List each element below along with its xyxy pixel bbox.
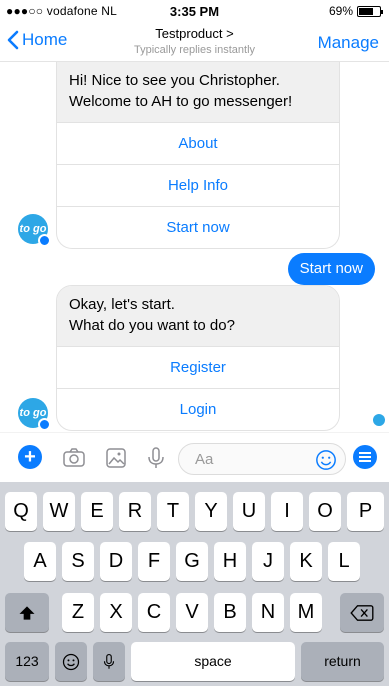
key-m[interactable]: M — [290, 593, 322, 632]
dictation-key[interactable] — [93, 642, 125, 681]
key-x[interactable]: X — [100, 593, 132, 632]
key-t[interactable]: T — [157, 492, 189, 531]
key-v[interactable]: V — [176, 593, 208, 632]
camera-icon[interactable] — [62, 446, 86, 470]
bot-avatar[interactable]: to go — [18, 398, 51, 431]
key-h[interactable]: H — [214, 542, 246, 581]
user-message-bubble: Start now — [287, 253, 375, 285]
bot-message-line: Hi! Nice to see you Christopher. — [69, 72, 280, 89]
key-k[interactable]: K — [290, 542, 322, 581]
key-i[interactable]: I — [271, 492, 303, 531]
seen-indicator-icon — [373, 414, 385, 426]
keyboard: Q W E R T Y U I O P A S D F G H J K L Z … — [0, 482, 389, 686]
emoji-keyboard-icon — [62, 653, 80, 671]
bot-message-line: Okay, let's start. — [69, 296, 175, 313]
key-s[interactable]: S — [62, 542, 94, 581]
key-f[interactable]: F — [138, 542, 170, 581]
backspace-icon — [350, 605, 374, 621]
key-c[interactable]: C — [138, 593, 170, 632]
numbers-key[interactable]: 123 — [5, 642, 49, 681]
key-o[interactable]: O — [309, 492, 341, 531]
messenger-badge-icon — [38, 234, 51, 247]
menu-icon[interactable] — [353, 445, 377, 469]
key-b[interactable]: B — [214, 593, 246, 632]
space-key[interactable]: space — [131, 642, 295, 681]
manage-button[interactable]: Manage — [318, 33, 379, 53]
message-input[interactable]: Aa — [178, 443, 346, 475]
key-z[interactable]: Z — [62, 593, 94, 632]
delete-key[interactable] — [340, 593, 384, 632]
key-j[interactable]: J — [252, 542, 284, 581]
message-composer: + Aa — [0, 432, 389, 482]
message-input-placeholder: Aa — [195, 451, 214, 468]
battery-indicator: 69% — [328, 4, 383, 18]
plus-icon[interactable]: + — [18, 445, 42, 469]
key-u[interactable]: U — [233, 492, 265, 531]
key-w[interactable]: W — [43, 492, 75, 531]
bot-message-card: Okay, let's start. What do you want to d… — [56, 285, 340, 431]
bot-message-line: Welcome to AH to go messenger! — [69, 93, 293, 110]
key-e[interactable]: E — [81, 492, 113, 531]
gallery-icon[interactable] — [104, 446, 128, 470]
battery-icon — [357, 5, 383, 17]
messenger-badge-icon — [38, 418, 51, 431]
bot-avatar[interactable]: to go — [18, 214, 51, 247]
bot-message-text: Hi! Nice to see you Christopher. Welcome… — [57, 62, 339, 122]
bot-message-card: Hi! Nice to see you Christopher. Welcome… — [56, 62, 340, 249]
start-now-button[interactable]: Start now — [57, 206, 339, 248]
battery-percent: 69% — [328, 4, 353, 18]
key-g[interactable]: G — [176, 542, 208, 581]
microphone-icon[interactable] — [144, 446, 168, 470]
about-button[interactable]: About — [57, 122, 339, 164]
key-l[interactable]: L — [328, 542, 360, 581]
bot-message-text: Okay, let's start. What do you want to d… — [57, 286, 339, 346]
conversation-header: Home Testproduct > Typically replies ins… — [0, 22, 389, 62]
key-d[interactable]: D — [100, 542, 132, 581]
key-y[interactable]: Y — [195, 492, 227, 531]
return-key[interactable]: return — [301, 642, 384, 681]
emoji-icon[interactable] — [315, 449, 337, 471]
key-a[interactable]: A — [24, 542, 56, 581]
shift-key[interactable] — [5, 593, 49, 632]
bot-message-line: What do you want to do? — [69, 317, 235, 334]
help-info-button[interactable]: Help Info — [57, 164, 339, 206]
login-button[interactable]: Login — [57, 388, 339, 430]
shift-icon — [19, 606, 35, 620]
emoji-key[interactable] — [55, 642, 87, 681]
microphone-icon — [103, 653, 115, 669]
status-bar: ●●●○○ vodafone NL 3:35 PM 69% — [0, 0, 389, 22]
key-q[interactable]: Q — [5, 492, 37, 531]
key-p[interactable]: P — [347, 492, 384, 531]
key-n[interactable]: N — [252, 593, 284, 632]
register-button[interactable]: Register — [57, 346, 339, 388]
key-r[interactable]: R — [119, 492, 151, 531]
